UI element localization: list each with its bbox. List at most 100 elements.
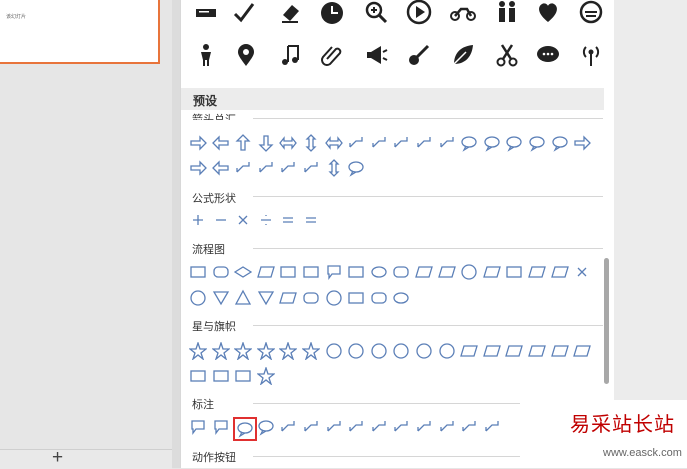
arrows-shape[interactable]	[391, 133, 411, 153]
flow-shape[interactable]	[324, 288, 344, 308]
flow-shape[interactable]	[233, 262, 253, 282]
check-mark-icon[interactable]	[229, 0, 259, 28]
arrows-shape[interactable]	[211, 158, 231, 178]
motorcycle-icon[interactable]	[448, 0, 478, 27]
callouts-shape[interactable]	[482, 417, 502, 437]
arrows-shape[interactable]	[504, 133, 524, 153]
stars-shape[interactable]	[437, 341, 457, 361]
megaphone-icon[interactable]	[361, 40, 391, 70]
stars-shape[interactable]	[233, 341, 253, 361]
arrows-shape[interactable]	[278, 133, 298, 153]
flow-shape[interactable]	[211, 288, 231, 308]
stars-shape[interactable]	[256, 341, 276, 361]
flow-shape[interactable]	[346, 262, 366, 282]
arrows-shape[interactable]	[256, 158, 276, 178]
paperclip-icon[interactable]	[317, 40, 347, 70]
scrollbar-track[interactable]	[604, 0, 614, 468]
stars-shape[interactable]	[188, 341, 208, 361]
scissors-icon[interactable]	[492, 40, 522, 70]
guitar-icon[interactable]	[404, 40, 434, 70]
stars-shape[interactable]	[233, 366, 253, 386]
stars-shape[interactable]	[504, 341, 524, 361]
equation-shape[interactable]	[233, 210, 253, 230]
arrows-shape[interactable]	[572, 133, 592, 153]
equation-shape[interactable]	[278, 210, 298, 230]
flow-shape[interactable]	[188, 262, 208, 282]
arrows-shape[interactable]	[188, 158, 208, 178]
stars-shape[interactable]	[369, 341, 389, 361]
equation-shape[interactable]	[188, 210, 208, 230]
flow-shape[interactable]	[369, 262, 389, 282]
equation-shape[interactable]	[256, 210, 276, 230]
callouts-shape[interactable]	[301, 417, 321, 437]
callouts-shape[interactable]	[256, 417, 276, 437]
music-note-icon[interactable]	[276, 40, 306, 70]
ticket-icon[interactable]	[191, 0, 221, 28]
clock-icon[interactable]	[317, 0, 347, 28]
add-slide-button[interactable]: +	[52, 448, 63, 467]
zoom-in-icon[interactable]	[361, 0, 391, 27]
stars-shape[interactable]	[278, 341, 298, 361]
eraser-icon[interactable]	[276, 0, 306, 27]
stars-shape[interactable]	[324, 341, 344, 361]
flow-shape[interactable]	[550, 262, 570, 282]
stars-shape[interactable]	[550, 341, 570, 361]
slide-thumbnail[interactable]: 该幻灯片	[0, 0, 160, 64]
flow-shape[interactable]	[188, 288, 208, 308]
arrows-shape[interactable]	[301, 133, 321, 153]
callouts-shape[interactable]	[278, 417, 298, 437]
arrows-shape[interactable]	[256, 133, 276, 153]
arrows-shape[interactable]	[346, 158, 366, 178]
person-icon[interactable]	[191, 40, 221, 70]
equation-shape[interactable]	[301, 210, 321, 230]
stars-shape[interactable]	[301, 341, 321, 361]
arrows-shape[interactable]	[437, 133, 457, 153]
callouts-shape[interactable]	[188, 417, 208, 437]
stars-shape[interactable]	[482, 341, 502, 361]
flow-shape[interactable]	[256, 288, 276, 308]
flow-shape[interactable]	[391, 262, 411, 282]
flow-shape[interactable]	[369, 288, 389, 308]
flow-shape[interactable]	[301, 288, 321, 308]
flow-shape[interactable]	[504, 262, 524, 282]
stars-shape[interactable]	[572, 341, 592, 361]
flow-shape[interactable]	[346, 288, 366, 308]
chat-bubble-icon[interactable]	[533, 40, 563, 70]
arrows-shape[interactable]	[482, 133, 502, 153]
arrows-shape[interactable]	[369, 133, 389, 153]
flow-shape[interactable]	[324, 262, 344, 282]
stars-shape[interactable]	[256, 366, 276, 386]
arrows-shape[interactable]	[233, 158, 253, 178]
flow-shape[interactable]	[278, 262, 298, 282]
basket-icon[interactable]	[576, 0, 606, 27]
arrows-shape[interactable]	[301, 158, 321, 178]
stars-shape[interactable]	[391, 341, 411, 361]
stars-shape[interactable]	[527, 341, 547, 361]
flow-shape[interactable]	[391, 288, 411, 308]
callouts-shape[interactable]	[369, 417, 389, 437]
flow-shape[interactable]	[233, 288, 253, 308]
flow-shape[interactable]	[414, 262, 434, 282]
arrows-shape[interactable]	[324, 133, 344, 153]
arrows-shape[interactable]	[233, 133, 253, 153]
arrows-shape[interactable]	[278, 158, 298, 178]
stars-shape[interactable]	[414, 341, 434, 361]
flow-shape[interactable]	[256, 262, 276, 282]
leaf-icon[interactable]	[448, 40, 478, 70]
play-icon[interactable]	[404, 0, 434, 27]
arrows-shape[interactable]	[188, 133, 208, 153]
callouts-shape[interactable]	[211, 417, 231, 437]
stars-shape[interactable]	[211, 341, 231, 361]
stars-shape[interactable]	[211, 366, 231, 386]
callouts-shape[interactable]	[233, 417, 258, 441]
equation-shape[interactable]	[211, 210, 231, 230]
callouts-shape[interactable]	[324, 417, 344, 437]
couple-icon[interactable]	[492, 0, 522, 27]
arrows-shape[interactable]	[346, 133, 366, 153]
stars-shape[interactable]	[346, 341, 366, 361]
broadcast-icon[interactable]	[576, 40, 606, 70]
flow-shape[interactable]	[527, 262, 547, 282]
flow-shape[interactable]	[301, 262, 321, 282]
callouts-shape[interactable]	[391, 417, 411, 437]
flow-shape[interactable]	[211, 262, 231, 282]
